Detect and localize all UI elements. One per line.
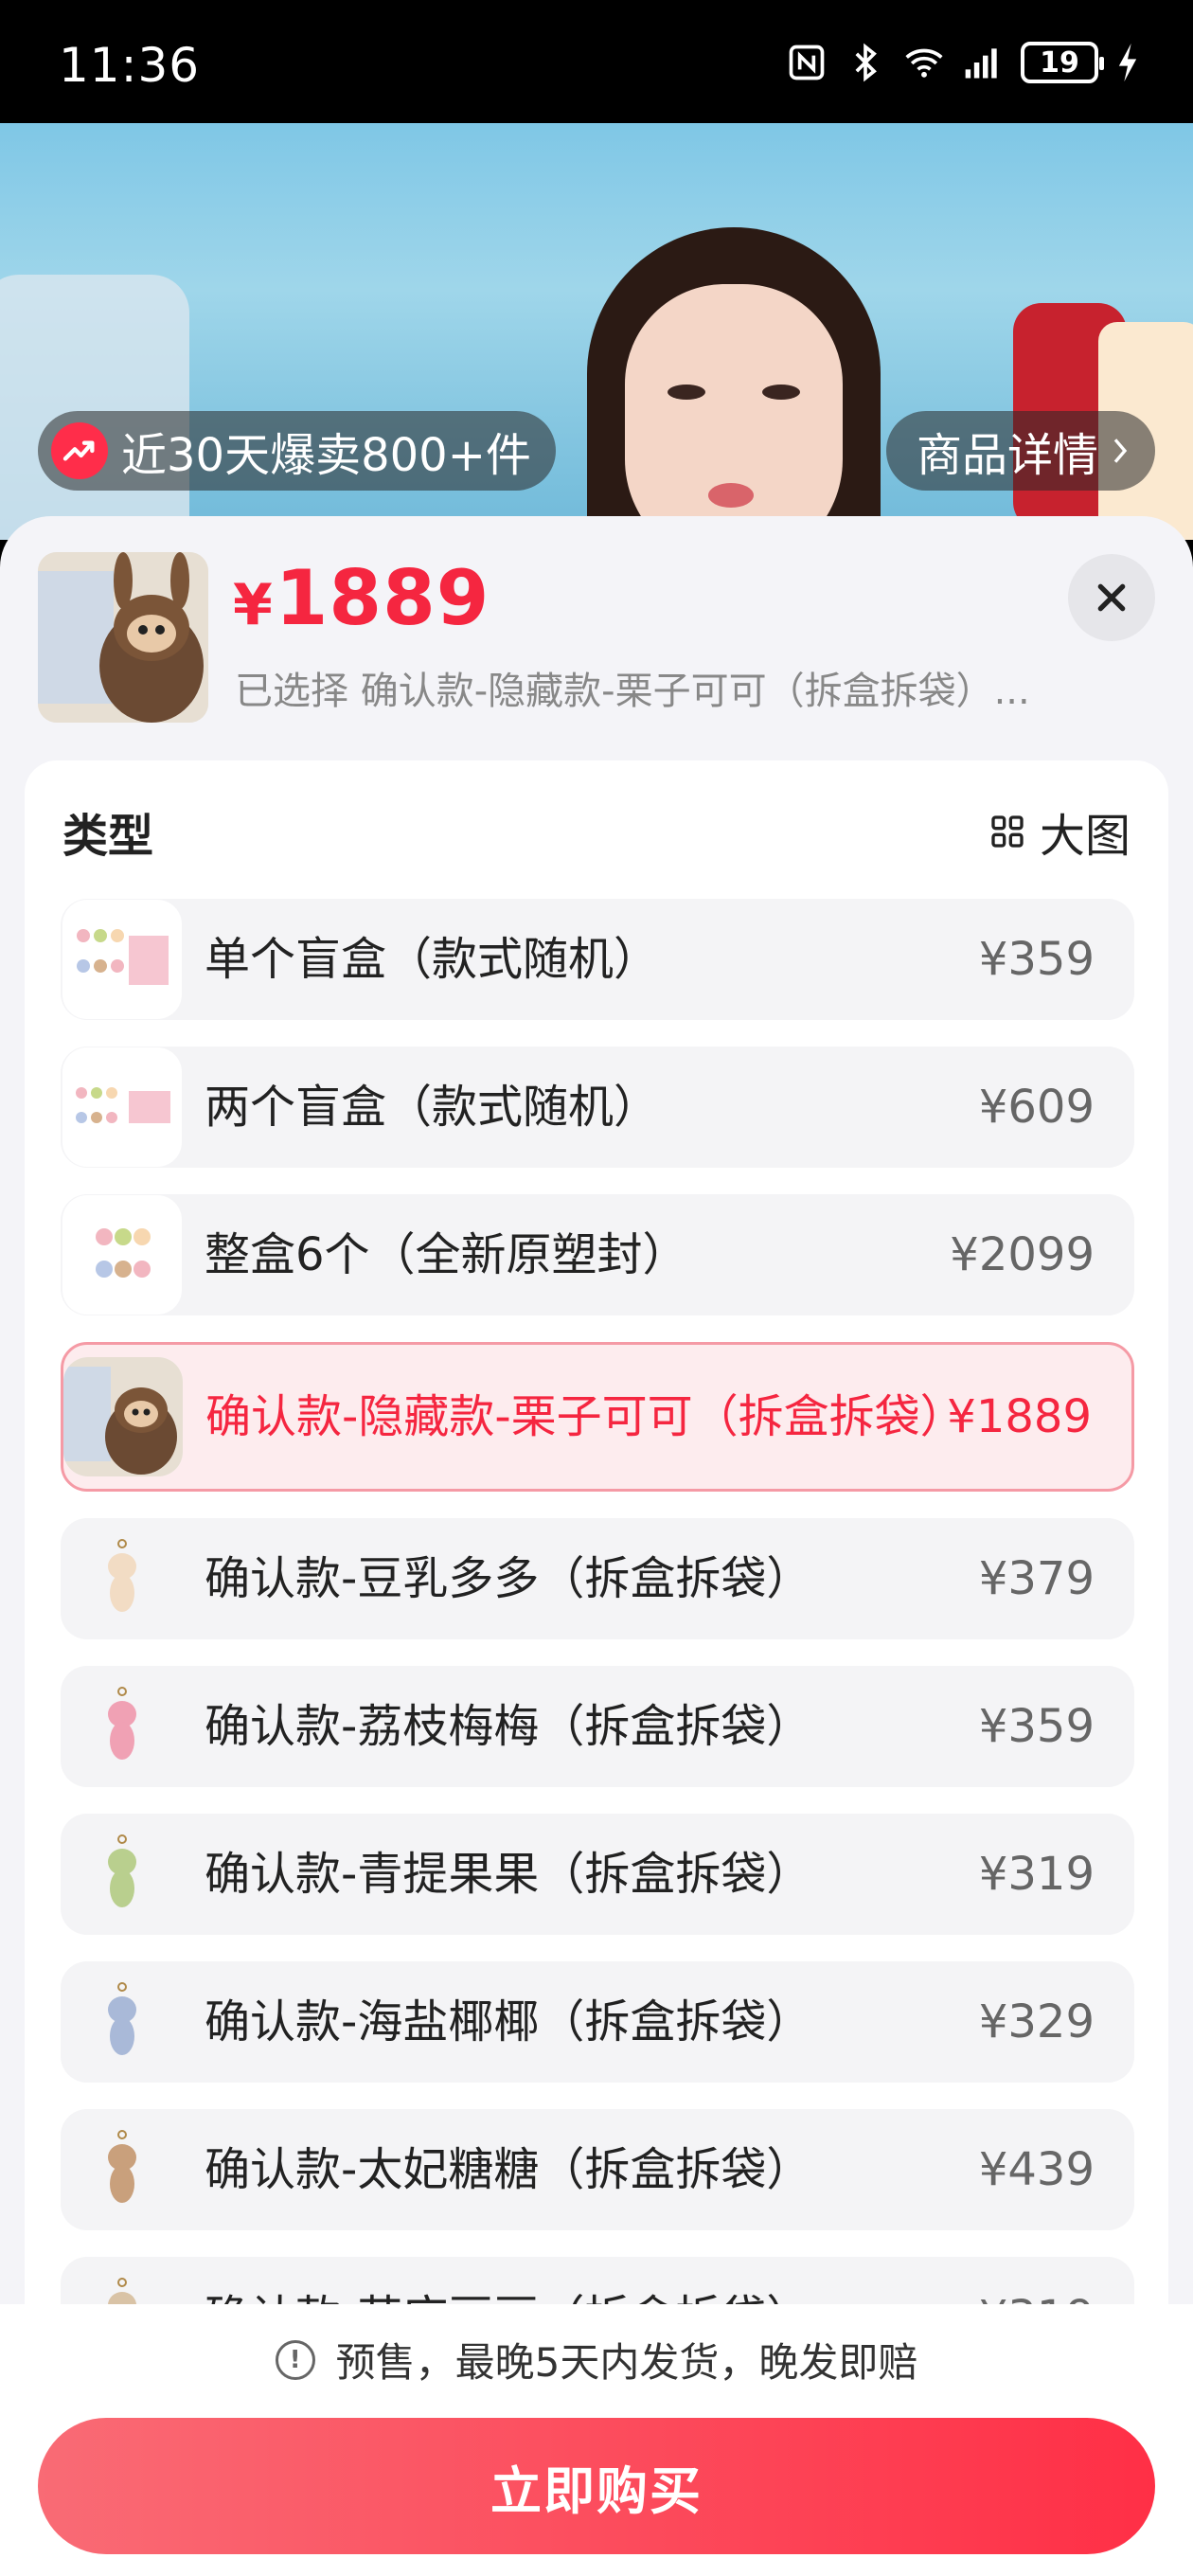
product-detail-label: 商品详情 [916,429,1098,482]
option-label: 确认款-海盐椰椰（拆盒拆袋） [205,1995,812,2048]
option-thumbnail [62,1519,182,1638]
option-thumbnail [62,900,182,1019]
nfc-icon [789,45,825,80]
option-label: 确认款-青提果果（拆盒拆袋） [205,1848,812,1901]
option-label: 确认款-太妃糖糖（拆盒拆袋） [205,2143,812,2196]
chevron-right-icon [1113,438,1128,463]
option-thumbnail [63,1357,183,1476]
charging-icon [1118,43,1137,82]
shipping-notice-text: 预售，最晚5天内发货，晚发即赔 [335,2339,918,2386]
bluetooth-icon [855,43,877,82]
option-price: ¥439 [978,2143,1095,2196]
buy-now-button[interactable]: 立即购买 [38,2418,1155,2554]
big-view-label: 大图 [1039,810,1131,863]
signal-icon [965,48,997,79]
status-time: 11:36 [59,38,201,93]
trend-up-icon [51,422,108,479]
option-item[interactable]: 确认款-太妃糖糖（拆盒拆袋） ¥439 [61,2109,1134,2230]
option-thumbnail [62,1962,182,2082]
option-list: 单个盲盒（款式随机） ¥359 两个盲盒（款式随机） ¥609 整盒6个（全新原… [61,899,1134,2405]
hot-sales-badge: 近30天爆卖800+件 [38,411,556,491]
status-bar: 11:36 19 [0,0,1193,123]
option-thumbnail [62,2110,182,2229]
grid-icon [991,815,1024,848]
option-price: ¥379 [978,1552,1095,1605]
product-detail-button[interactable]: 商品详情 [885,411,1155,491]
sku-selection-sheet: ¥1889 已选择 确认款-隐藏款-栗子可可（拆盒拆袋）... 类型 大图 单个… [0,516,1193,2576]
option-price: ¥319 [978,1848,1095,1901]
background-decoration [0,275,189,540]
option-item[interactable]: 确认款-青提果果（拆盒拆袋） ¥319 [61,1814,1134,1935]
option-label: 确认款-豆乳多多（拆盒拆袋） [205,1552,812,1605]
option-item[interactable]: 两个盲盒（款式随机） ¥609 [61,1046,1134,1168]
option-price: ¥1889 [947,1390,1092,1443]
option-item[interactable]: 整盒6个（全新原塑封） ¥2099 [61,1194,1134,1315]
option-price: ¥609 [978,1081,1095,1134]
selection-header: ¥1889 已选择 确认款-隐藏款-栗子可可（拆盒拆袋）... [0,516,1193,762]
option-item-selected[interactable]: 确认款-隐藏款-栗子可可（拆盒拆袋） ¥1889 [61,1342,1134,1492]
option-item[interactable]: 单个盲盒（款式随机） ¥359 [61,899,1134,1020]
big-view-button[interactable]: 大图 [988,798,1131,865]
option-thumbnail [62,1815,182,1934]
presenter-eye [762,385,800,400]
bottom-action-bar: ! 预售，最晚5天内发货，晚发即赔 立即购买 [0,2304,1193,2576]
option-label: 整盒6个（全新原塑封） [205,1228,688,1281]
battery-indicator: 19 [1021,42,1104,83]
option-thumbnail [62,1047,182,1167]
hot-sales-text: 近30天爆卖800+件 [121,429,531,482]
wifi-icon [905,48,943,78]
option-price: ¥359 [978,933,1095,986]
option-label: 单个盲盒（款式随机） [205,933,660,986]
options-card: 类型 大图 单个盲盒（款式随机） ¥359 两个盲盒（款式随机） ¥609 整盒… [25,760,1168,2560]
status-icons: 19 [786,42,1140,83]
option-price: ¥2099 [950,1228,1095,1281]
selected-price: ¥1889 [233,554,490,642]
option-item[interactable]: 确认款-豆乳多多（拆盒拆袋） ¥379 [61,1518,1134,1639]
close-icon [1097,583,1126,612]
option-thumbnail [62,1195,182,1315]
option-thumbnail [62,1667,182,1786]
shipping-notice: ! 预售，最晚5天内发货，晚发即赔 [0,2331,1193,2388]
option-label: 确认款-隐藏款-栗子可可（拆盒拆袋） [205,1390,966,1443]
info-icon: ! [275,2339,315,2380]
close-button[interactable] [1068,554,1155,641]
option-price: ¥359 [978,1700,1095,1753]
option-price: ¥329 [978,1995,1095,2048]
option-item[interactable]: 确认款-荔枝梅梅（拆盒拆袋） ¥359 [61,1666,1134,1787]
presenter-eye [668,385,705,400]
presenter-lips [708,483,754,508]
option-label: 两个盲盒（款式随机） [205,1081,660,1134]
option-item[interactable]: 确认款-海盐椰椰（拆盒拆袋） ¥329 [61,1961,1134,2083]
selected-option-text: 已选择 确认款-隐藏款-栗子可可（拆盒拆袋）... [235,670,1030,713]
selected-product-thumbnail[interactable] [38,552,208,723]
option-group-title: 类型 [62,810,154,863]
option-label: 确认款-荔枝梅梅（拆盒拆袋） [205,1700,812,1753]
